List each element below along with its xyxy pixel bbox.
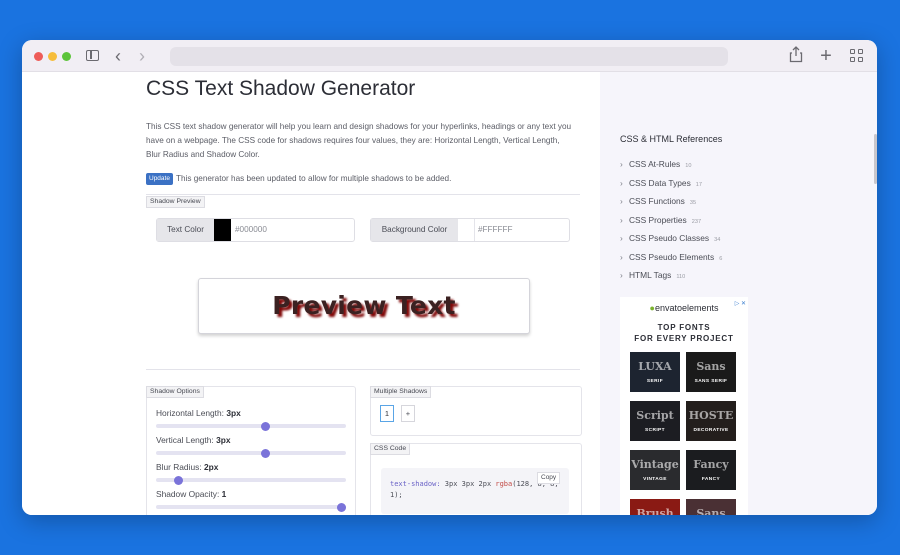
css-code-label: CSS Code (370, 443, 411, 455)
text-color-swatch[interactable] (214, 219, 231, 241)
slider-label: Vertical Length: 3px (156, 435, 231, 445)
reference-item[interactable]: › CSS At-Rules 10 (620, 159, 691, 169)
chevron-right-icon: › (620, 251, 623, 262)
background-color-field[interactable]: Background Color #FFFFFF (370, 218, 570, 242)
share-icon[interactable] (786, 46, 806, 66)
slider-knob[interactable] (337, 502, 346, 512)
font-category-tile[interactable]: Script SCRIPT (630, 401, 680, 441)
text-color-field[interactable]: Text Color #000000 (156, 218, 355, 242)
background-color-label: Background Color (371, 219, 458, 241)
minimize-window-button[interactable] (48, 52, 57, 61)
slider-knob[interactable] (260, 421, 270, 431)
add-shadow-button[interactable]: + (401, 405, 415, 422)
page-content: CSS Text Shadow Generator This CSS text … (22, 72, 877, 515)
page-title: CSS Text Shadow Generator (146, 77, 416, 100)
shadow-options-label: Shadow Options (146, 386, 204, 398)
preview-text: Preview Text (272, 291, 456, 320)
reference-item[interactable]: › CSS Pseudo Elements 6 (620, 252, 722, 262)
slider-knob[interactable] (174, 475, 184, 485)
browser-window: ‹ › + CSS Text Shadow Generator This CSS… (22, 40, 877, 515)
chevron-right-icon: › (620, 159, 623, 169)
reference-count: 34 (714, 237, 721, 243)
reference-sidebar: CSS & HTML References ▷ ✕ ●envatoelement… (600, 72, 877, 515)
chevron-right-icon: › (620, 177, 623, 188)
new-tab-icon[interactable]: + (816, 46, 836, 66)
update-notice: Update This generator has been updated to… (146, 173, 451, 185)
shadow-tab-1[interactable]: 1 (380, 405, 394, 422)
slider-label: Shadow Opacity: 1 (156, 489, 227, 499)
font-category-tile[interactable]: HOSTE DECORATIVE (686, 401, 736, 441)
font-category-tile[interactable]: Sans& MORE (686, 499, 736, 515)
slider-track[interactable] (156, 478, 346, 482)
slider-label: Horizontal Length: 3px (156, 408, 241, 418)
reference-item[interactable]: › CSS Pseudo Classes 34 (620, 233, 720, 243)
reference-count: 237 (691, 218, 702, 225)
reference-count: 110 (676, 274, 686, 280)
text-color-value[interactable]: #000000 (235, 219, 267, 241)
background-color-swatch[interactable] (458, 219, 475, 241)
font-category-tile[interactable]: LUXA SERIF (630, 352, 680, 392)
font-category-tile[interactable]: BrushBRUSH (630, 499, 680, 515)
reference-count: 35 (689, 200, 697, 206)
section-divider (146, 369, 580, 370)
slider-knob[interactable] (260, 448, 270, 458)
reference-count: 10 (685, 163, 692, 169)
zoom-window-button[interactable] (62, 52, 71, 61)
slider-track[interactable] (156, 451, 346, 455)
forward-arrow-icon[interactable]: › (132, 46, 152, 66)
update-text: This generator has been updated to allow… (175, 174, 452, 183)
chevron-right-icon: › (620, 270, 623, 280)
page-scrollbar[interactable] (874, 134, 877, 184)
sidebar-toggle-icon[interactable] (83, 46, 103, 66)
slider-label: Blur Radius: 2px (156, 462, 219, 472)
address-bar[interactable] (170, 47, 728, 66)
reference-count: 6 (719, 255, 723, 262)
intro-paragraph: This CSS text shadow generator will help… (146, 122, 572, 159)
shadow-preview-label: Shadow Preview (146, 196, 205, 208)
main-column: CSS Text Shadow Generator This CSS text … (22, 72, 600, 515)
update-badge: Update (146, 173, 173, 185)
font-category-tile[interactable]: Fancy FANCY (686, 450, 736, 490)
ad-banner[interactable]: ▷ ✕ ●envatoelements TOP FONTS FOR EVERY P… (620, 297, 748, 515)
reference-item[interactable]: › CSS Functions 35 (620, 196, 696, 206)
chevron-right-icon: › (620, 196, 623, 206)
reference-item[interactable]: › CSS Properties 237 (620, 215, 701, 225)
reference-item[interactable]: › HTML Tags 110 (620, 270, 685, 280)
text-color-label: Text Color (157, 219, 214, 241)
preview-box: Preview Text (198, 278, 530, 334)
reference-count: 17 (695, 181, 702, 188)
font-category-tile[interactable]: Vintage VINTAGE (630, 450, 680, 490)
chevron-right-icon: › (620, 233, 623, 243)
sidebar-title: CSS & HTML References (620, 134, 723, 144)
slider-track[interactable] (156, 505, 346, 509)
ad-logo: ●envatoelements (649, 303, 719, 313)
tab-overview-icon[interactable] (847, 46, 867, 66)
ad-headline: TOP FONTS FOR EVERY PROJECT (634, 323, 734, 343)
copy-code-button[interactable]: Copy (537, 472, 561, 484)
section-divider (146, 194, 580, 195)
back-arrow-icon[interactable]: ‹ (108, 46, 128, 66)
browser-toolbar: ‹ › + (22, 40, 877, 72)
reference-item[interactable]: › CSS Data Types 17 (620, 178, 702, 188)
close-window-button[interactable] (34, 52, 43, 61)
font-category-tile[interactable]: Sans SANS SERIF (686, 352, 736, 392)
slider-track[interactable] (156, 424, 346, 428)
chevron-right-icon: › (620, 214, 623, 225)
background-color-value[interactable]: #FFFFFF (478, 219, 513, 241)
multiple-shadows-label: Multiple Shadows (370, 386, 432, 398)
